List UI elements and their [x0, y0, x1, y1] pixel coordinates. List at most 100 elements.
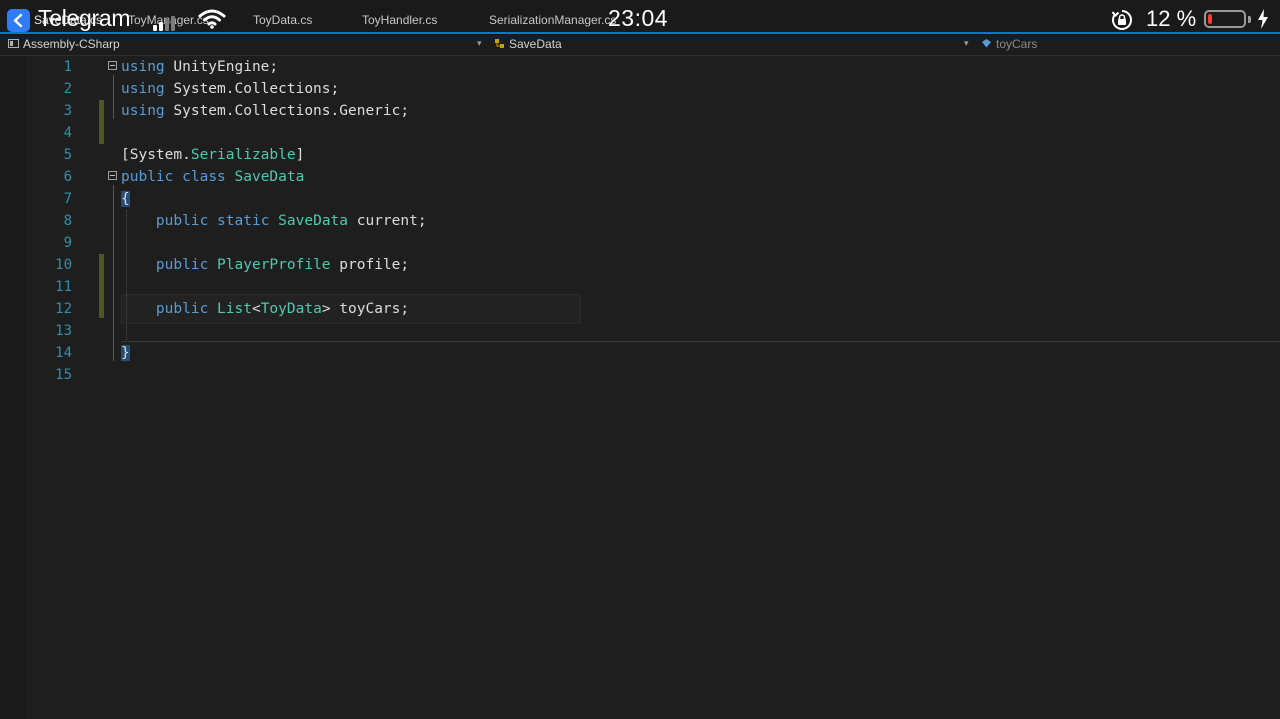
member-dropdown[interactable]: toyCars	[981, 37, 1037, 51]
code-line[interactable]: 6 public class SaveData	[0, 166, 1280, 188]
code-token: [System.	[121, 147, 191, 163]
battery-cap	[1248, 16, 1251, 23]
wifi-icon	[198, 9, 226, 29]
line-number: 1	[63, 59, 72, 75]
code-token: using	[121, 59, 165, 75]
battery-percentage: 12 %	[1146, 6, 1197, 31]
line-number: 9	[63, 235, 72, 251]
line-number: 4	[63, 125, 72, 141]
status-time: 23:04	[608, 5, 669, 31]
line-number: 12	[55, 301, 72, 317]
battery-icon	[1204, 10, 1246, 28]
code-line[interactable]: 1 using UnityEngine;	[0, 56, 1280, 78]
code-line[interactable]: 11	[0, 276, 1280, 298]
code-text: }	[121, 342, 130, 364]
rotation-lock-icon	[1111, 10, 1132, 30]
line-number: 11	[55, 279, 72, 295]
navigation-bar: Assembly-CSharp ▾ SaveData ▾ toyCars	[0, 36, 1280, 56]
code-line[interactable]: 10 public PlayerProfile profile;	[0, 254, 1280, 276]
code-token: class	[182, 169, 226, 185]
battery-level-fill	[1208, 14, 1213, 24]
code-text: using UnityEngine;	[121, 56, 278, 78]
code-text: public static SaveData current;	[121, 210, 427, 232]
code-token: public	[155, 301, 209, 317]
code-text: public List<ToyData> toyCars;	[121, 298, 409, 320]
code-token: public	[155, 213, 209, 229]
class-dropdown[interactable]: SaveData	[494, 37, 562, 51]
code-token: <	[251, 301, 261, 317]
chevron-down-icon[interactable]: ▾	[477, 38, 482, 49]
line-number: 10	[55, 257, 72, 273]
code-token: UnityEngine;	[164, 59, 279, 75]
code-line[interactable]: 13	[0, 320, 1280, 342]
collapse-toggle-icon[interactable]	[108, 171, 117, 180]
member-label: toyCars	[996, 37, 1038, 51]
code-token: using	[121, 81, 165, 97]
phone-status-bar: Telegram 23:04 12 %	[0, 0, 1280, 36]
code-text: using System.Collections.Generic;	[121, 100, 409, 122]
code-line[interactable]: 2 using System.Collections;	[0, 78, 1280, 100]
code-token: > toyCars;	[321, 301, 410, 317]
code-line[interactable]: 14}	[0, 342, 1280, 364]
code-token: ]	[295, 147, 305, 163]
code-text: {	[121, 188, 130, 210]
code-token: }	[121, 345, 130, 361]
class-label: SaveData	[509, 37, 562, 51]
code-text: using System.Collections;	[121, 78, 339, 100]
code-token: ToyData	[260, 301, 322, 317]
code-token: Serializable	[190, 147, 296, 163]
code-text: [System.Serializable]	[121, 144, 304, 166]
line-number: 14	[55, 345, 72, 361]
field-icon	[982, 39, 991, 48]
project-dropdown[interactable]: Assembly-CSharp	[8, 37, 120, 51]
line-number: 13	[55, 323, 72, 339]
code-line[interactable]: 7{	[0, 188, 1280, 210]
code-token: System.Collections.Generic;	[164, 103, 410, 119]
code-token: SaveData	[234, 169, 305, 185]
collapse-toggle-icon[interactable]	[108, 61, 117, 70]
code-token: profile;	[330, 257, 410, 273]
code-line[interactable]: 8 public static SaveData current;	[0, 210, 1280, 232]
code-line[interactable]: 15	[0, 364, 1280, 386]
code-line[interactable]: 3 using System.Collections.Generic;	[0, 100, 1280, 122]
code-text: public PlayerProfile profile;	[121, 254, 409, 276]
line-number: 3	[63, 103, 72, 119]
app-name[interactable]: Telegram	[38, 5, 131, 32]
code-token: static	[217, 213, 270, 229]
code-token: {	[121, 191, 130, 207]
line-number: 2	[63, 81, 72, 97]
code-line[interactable]: 9	[0, 232, 1280, 254]
line-number: 6	[63, 169, 72, 185]
code-token: current;	[348, 213, 427, 229]
code-token: PlayerProfile	[217, 257, 331, 273]
line-number: 5	[63, 147, 72, 163]
line-number: 8	[63, 213, 72, 229]
line-number: 7	[63, 191, 72, 207]
chevron-down-icon[interactable]: ▾	[964, 38, 969, 49]
code-token: SaveData	[278, 213, 349, 229]
class-icon	[495, 39, 504, 48]
chevron-left-icon	[13, 13, 23, 28]
code-line[interactable]: 5 [System.Serializable]	[0, 144, 1280, 166]
code-token: System.Collections;	[164, 81, 340, 97]
code-line[interactable]: 4	[0, 122, 1280, 144]
back-button[interactable]	[7, 9, 30, 32]
code-token: public	[155, 257, 209, 273]
code-line[interactable]: 12 public List<ToyData> toyCars;	[0, 298, 1280, 320]
cellular-signal-icon	[153, 13, 177, 31]
project-label: Assembly-CSharp	[23, 37, 120, 51]
code-token: List	[217, 301, 252, 317]
charging-bolt-icon	[1258, 9, 1268, 29]
code-token: public	[121, 169, 174, 185]
code-editor[interactable]: 1 using UnityEngine; 2 using System.Collect…	[0, 56, 1280, 719]
code-token: using	[121, 103, 165, 119]
